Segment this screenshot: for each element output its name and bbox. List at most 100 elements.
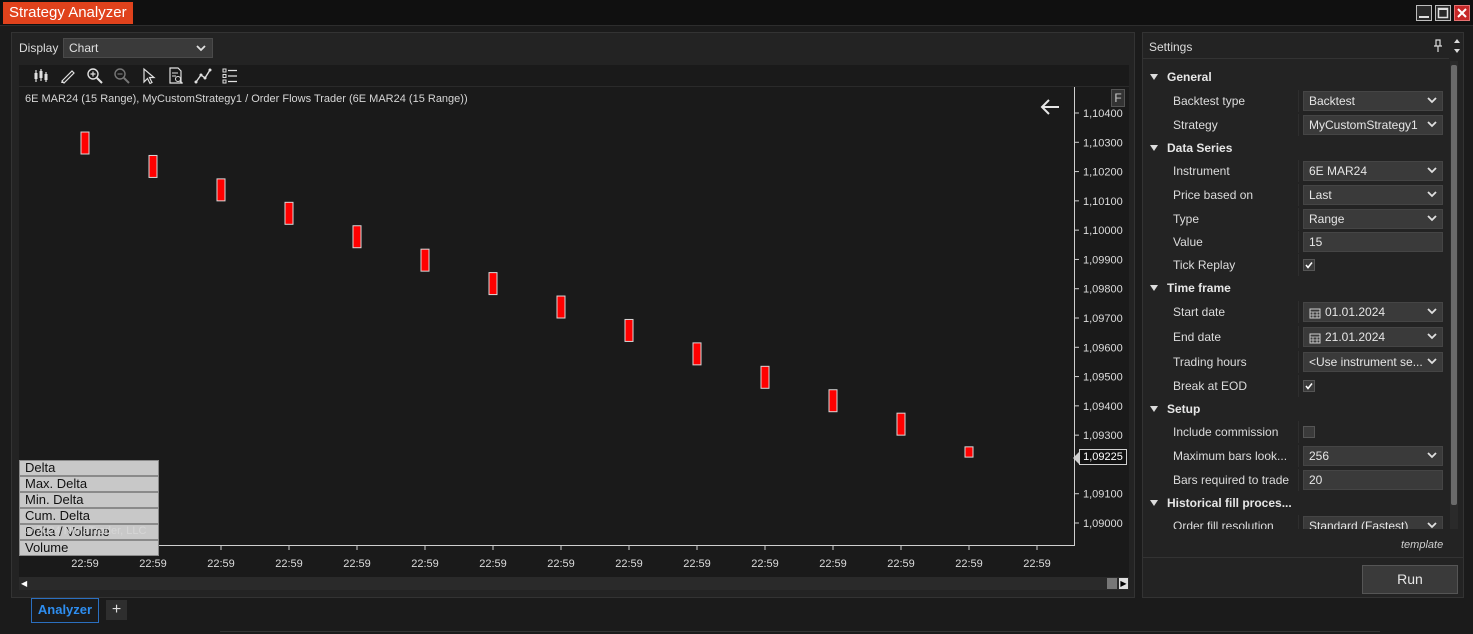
candle-bar [148, 154, 158, 178]
price-axis-border [1074, 87, 1075, 545]
indicator-item[interactable]: Max. Delta [19, 476, 159, 492]
row-label: Trading hours [1173, 355, 1247, 369]
trading-hours-dropdown[interactable]: <Use instrument se... [1303, 352, 1443, 372]
type-dropdown[interactable]: Range [1303, 209, 1443, 229]
panel-scroll-arrows-icon[interactable] [1451, 35, 1463, 57]
category-general[interactable]: General [1143, 67, 1449, 87]
scrollbar-thumb[interactable] [1107, 578, 1117, 589]
display-value: Chart [69, 41, 99, 55]
settings-scrollbar-thumb[interactable] [1451, 65, 1457, 505]
y-tick-label: 1,09500 [1083, 372, 1123, 384]
zoom-out-icon [114, 68, 130, 84]
candle-bar [760, 365, 770, 389]
indicator-legend: Delta Max. Delta Min. Delta Cum. Delta D… [19, 460, 159, 556]
chart-horizontal-scrollbar[interactable]: ◀ ▶ [19, 577, 1129, 590]
display-dropdown[interactable]: Chart [63, 38, 213, 58]
tick-replay-checkbox[interactable] [1303, 259, 1315, 271]
category-setup[interactable]: Setup [1143, 399, 1449, 419]
candle-bar [216, 178, 226, 202]
zoom-out-button[interactable] [112, 66, 132, 86]
close-button[interactable] [1454, 5, 1470, 21]
chevron-down-icon [1427, 333, 1437, 340]
scroll-back-button[interactable] [1039, 97, 1061, 117]
candle-bar [556, 295, 566, 319]
instrument-dropdown[interactable]: 6E MAR24 [1303, 161, 1443, 181]
maximize-button[interactable] [1435, 5, 1451, 21]
category-time-frame[interactable]: Time frame [1143, 278, 1449, 298]
x-tick-label: 22:59 [887, 558, 915, 570]
include-commission-checkbox[interactable] [1303, 426, 1315, 438]
indicator-item[interactable]: Delta [19, 460, 159, 476]
order-fill-resolution-dropdown[interactable]: Standard (Fastest) [1303, 516, 1443, 529]
category-historical-fill[interactable]: Historical fill proces... [1143, 493, 1449, 513]
chevron-down-icon [196, 45, 206, 52]
candlestick-icon [34, 69, 48, 82]
row-label: Maximum bars look... [1173, 449, 1288, 463]
chevron-down-icon [1427, 215, 1437, 222]
row-break-at-eod: Break at EOD [1143, 375, 1449, 397]
row-label: Value [1173, 235, 1203, 249]
row-value: Value 15 [1143, 231, 1449, 253]
dropdown-value: Range [1309, 212, 1345, 226]
x-tick-label: 22:59 [343, 558, 371, 570]
scroll-right-icon[interactable]: ▶ [1119, 578, 1128, 589]
properties-list-button[interactable] [220, 66, 240, 86]
collapse-triangle-icon [1150, 500, 1158, 506]
template-link[interactable]: template [1401, 539, 1443, 551]
line-chart-icon [194, 68, 212, 84]
category-data-series[interactable]: Data Series [1143, 138, 1449, 158]
minimize-button[interactable] [1416, 5, 1432, 21]
time-axis-border [19, 545, 1075, 546]
max-bars-lookback-dropdown[interactable]: 256 [1303, 446, 1443, 466]
indicator-item[interactable]: Cum. Delta [19, 508, 159, 524]
close-icon [1457, 8, 1467, 18]
end-date-picker[interactable]: 21.01.2024 [1303, 327, 1443, 347]
collapse-triangle-icon [1150, 406, 1158, 412]
y-tick-label: 1,10400 [1083, 108, 1123, 120]
row-label: Strategy [1173, 118, 1218, 132]
run-button[interactable]: Run [1362, 565, 1458, 594]
indicator-item[interactable]: Min. Delta [19, 492, 159, 508]
indicators-button[interactable] [193, 66, 213, 86]
y-tick-label: 1,09800 [1083, 284, 1123, 296]
dropdown-value: <Use instrument se... [1309, 355, 1423, 369]
y-tick-label: 1,10300 [1083, 137, 1123, 149]
zoom-in-button[interactable] [85, 66, 105, 86]
pointer-button[interactable] [139, 66, 159, 86]
candle-bar [488, 272, 498, 296]
row-label: Bars required to trade [1173, 473, 1290, 487]
break-at-eod-checkbox[interactable] [1303, 380, 1315, 392]
x-tick-label: 22:59 [819, 558, 847, 570]
chevron-down-icon [1427, 191, 1437, 198]
input-value: 15 [1309, 235, 1323, 249]
maximize-icon [1437, 7, 1449, 19]
settings-scrollbar[interactable] [1450, 61, 1458, 529]
drawing-tools-button[interactable] [58, 66, 78, 86]
chart-panel: Display Chart 1,10400 1,10300 1,10200 1,… [11, 32, 1135, 598]
candle-bar [964, 446, 974, 458]
strategy-dropdown[interactable]: MyCustomStrategy1 [1303, 115, 1443, 135]
dropdown-value: MyCustomStrategy1 [1309, 118, 1418, 132]
backtest-type-dropdown[interactable]: Backtest [1303, 91, 1443, 111]
dropdown-value: Backtest [1309, 94, 1356, 108]
row-label: Order fill resolution [1173, 519, 1274, 529]
row-backtest-type: Backtest type Backtest [1143, 90, 1449, 112]
add-tab-button[interactable]: + [106, 600, 127, 620]
price-based-on-dropdown[interactable]: Last [1303, 185, 1443, 205]
calendar-icon [1309, 333, 1321, 344]
indicator-item[interactable]: Volume [19, 540, 159, 556]
settings-header: Settings [1143, 33, 1449, 59]
chart-canvas[interactable]: 1,10400 1,10300 1,10200 1,10100 1,10000 1,099… [19, 87, 1129, 577]
start-date-picker[interactable]: 01.01.2024 [1303, 302, 1443, 322]
data-box-button[interactable] [166, 66, 186, 86]
candle-bar [624, 318, 634, 342]
bar-type-button[interactable] [31, 66, 51, 86]
value-input[interactable]: 15 [1303, 232, 1443, 252]
bars-required-input[interactable]: 20 [1303, 470, 1443, 490]
scroll-left-icon[interactable]: ◀ [21, 579, 29, 588]
category-label: General [1167, 70, 1212, 84]
dropdown-value: Last [1309, 188, 1332, 202]
f-button[interactable]: F [1111, 89, 1125, 107]
tab-analyzer[interactable]: Analyzer [31, 598, 99, 623]
pin-icon[interactable] [1433, 39, 1443, 53]
